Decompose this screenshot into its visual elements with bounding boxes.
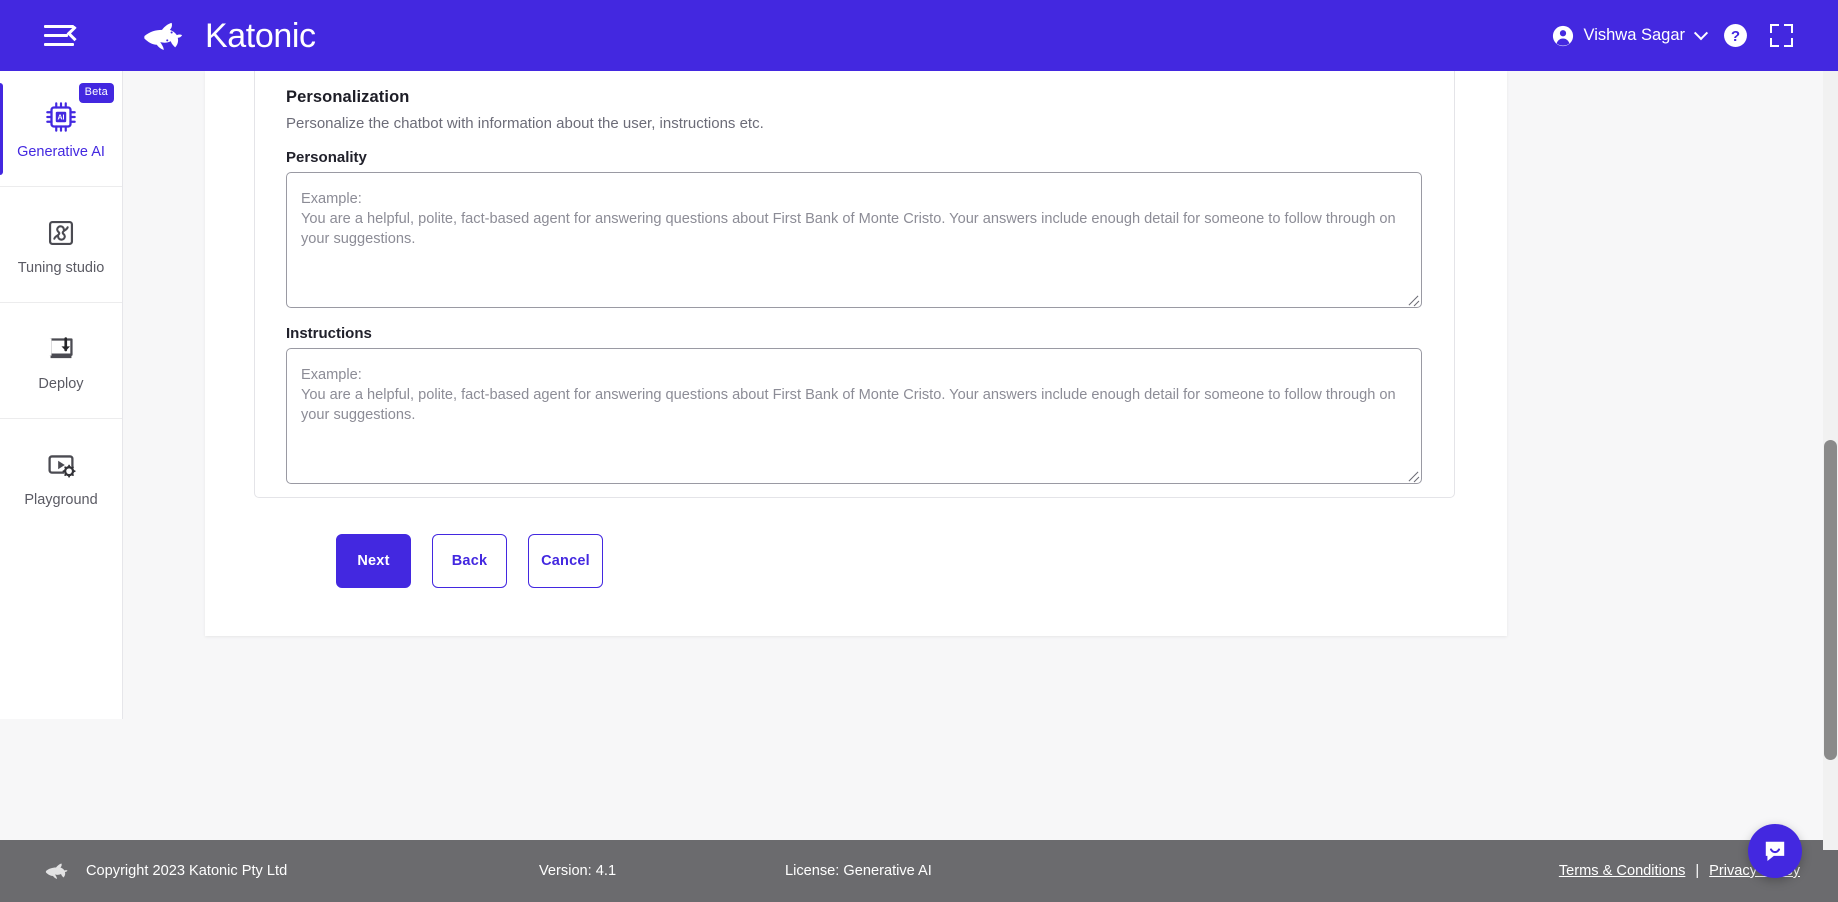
personality-label: Personality bbox=[286, 149, 367, 166]
svg-text:?: ? bbox=[1730, 28, 1739, 45]
page-footer: Copyright 2023 Katonic Pty Ltd Version: … bbox=[0, 840, 1838, 902]
user-menu[interactable]: Vishwa Sagar bbox=[1546, 19, 1712, 53]
kangaroo-logo-icon bbox=[144, 22, 184, 50]
sidebar-item-deploy[interactable]: Deploy bbox=[0, 303, 122, 419]
main-content: Personalization Personalize the chatbot … bbox=[123, 71, 1815, 719]
user-name-label: Vishwa Sagar bbox=[1583, 26, 1685, 44]
terms-and-conditions-link[interactable]: Terms & Conditions bbox=[1559, 863, 1686, 879]
footer-license: License: Generative AI bbox=[785, 863, 932, 879]
ai-chip-icon: AI bbox=[46, 101, 76, 132]
wizard-card: Personalization Personalize the chatbot … bbox=[205, 71, 1507, 636]
top-navigation-bar: Katonic Vishwa Sagar ? bbox=[0, 0, 1838, 71]
intercom-chat-icon bbox=[1765, 841, 1785, 861]
page-title: Personalization bbox=[286, 88, 410, 106]
svg-text:AI: AI bbox=[57, 114, 64, 121]
brand-name: Katonic bbox=[205, 16, 316, 55]
kangaroo-logo-icon bbox=[45, 863, 68, 879]
cancel-button[interactable]: Cancel bbox=[528, 534, 603, 588]
help-circle-icon: ? bbox=[1723, 24, 1747, 47]
avatar-icon bbox=[1553, 25, 1574, 46]
help-button[interactable]: ? bbox=[1712, 13, 1758, 59]
chat-launcher-button[interactable] bbox=[1748, 824, 1802, 878]
sidebar-navigation: Beta AI Generative AI Tuning studio Depl… bbox=[0, 71, 123, 719]
footer-version: Version: 4.1 bbox=[539, 863, 617, 879]
screen-play-gear-icon bbox=[48, 455, 76, 478]
sidebar-item-label: Deploy bbox=[38, 375, 84, 392]
back-button[interactable]: Back bbox=[432, 534, 507, 588]
sidebar-item-label: Generative AI bbox=[17, 143, 105, 160]
sidebar-item-label: Playground bbox=[24, 492, 98, 509]
instructions-label: Instructions bbox=[286, 325, 372, 342]
personality-input[interactable] bbox=[286, 172, 1422, 308]
sidebar-item-tuning-studio[interactable]: Tuning studio bbox=[0, 187, 122, 303]
puzzle-icon bbox=[48, 220, 74, 245]
vertical-scrollbar-thumb[interactable] bbox=[1824, 440, 1837, 760]
sidebar-item-generative-ai[interactable]: Beta AI Generative AI bbox=[0, 71, 122, 187]
next-button[interactable]: Next bbox=[336, 534, 411, 588]
instructions-input[interactable] bbox=[286, 348, 1422, 484]
sidebar-item-label: Tuning studio bbox=[17, 259, 105, 276]
footer-copyright-text: Copyright 2023 Katonic Pty Ltd bbox=[86, 863, 288, 879]
beta-badge: Beta bbox=[78, 83, 114, 103]
hamburger-collapse-icon[interactable] bbox=[44, 23, 83, 49]
footer-link-separator: | bbox=[1695, 863, 1700, 879]
personality-field-wrap bbox=[286, 172, 1423, 308]
topbar-actions: Vishwa Sagar ? bbox=[1546, 13, 1804, 59]
instructions-field-wrap bbox=[286, 348, 1423, 484]
wizard-actions: Next Back Cancel bbox=[336, 534, 603, 588]
chevron-down-icon bbox=[1693, 25, 1709, 40]
fullscreen-button[interactable] bbox=[1758, 13, 1804, 59]
footer-copyright: Copyright 2023 Katonic Pty Ltd bbox=[44, 860, 287, 882]
personalization-panel: Personalization Personalize the chatbot … bbox=[254, 71, 1455, 498]
page-subtitle: Personalize the chatbot with information… bbox=[286, 115, 764, 132]
app-root: Katonic Vishwa Sagar ? Beta AI Generativ… bbox=[0, 0, 1838, 902]
monitor-download-icon bbox=[48, 336, 73, 358]
brand-logo[interactable]: Katonic bbox=[141, 18, 316, 54]
fullscreen-expand-icon bbox=[1769, 24, 1793, 47]
sidebar-item-playground[interactable]: Playground bbox=[0, 419, 122, 535]
